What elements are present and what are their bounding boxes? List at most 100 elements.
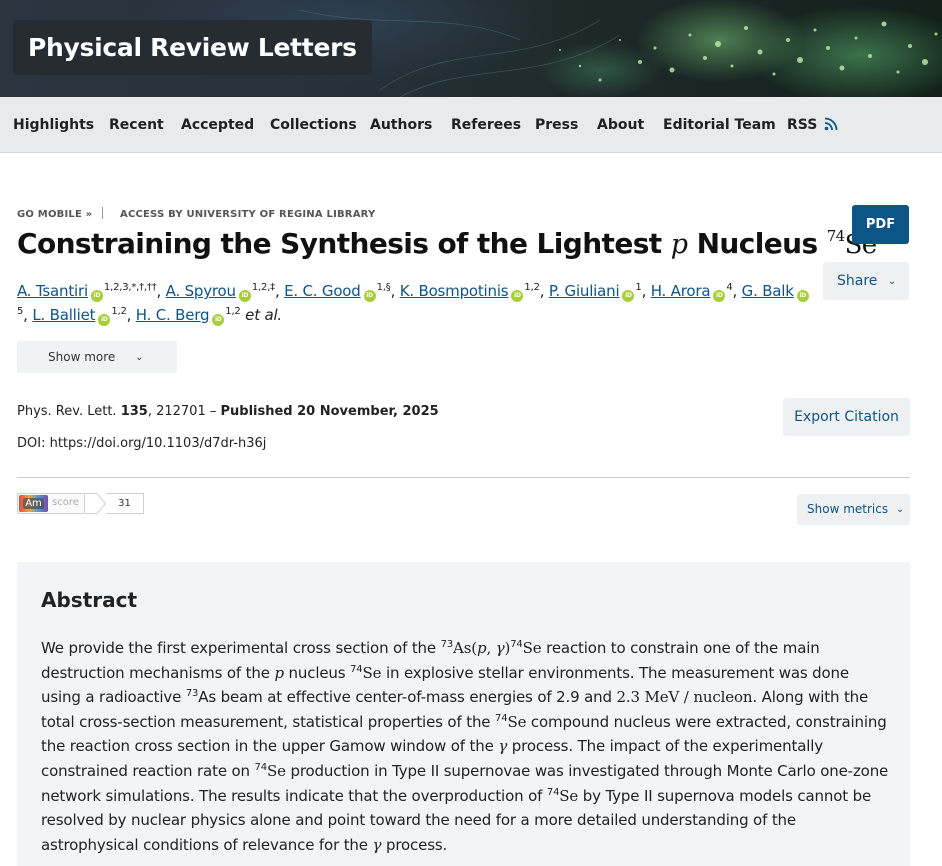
math-text: Se (507, 712, 527, 731)
abstract-text-segment: As (198, 688, 217, 707)
mass-number: 74 (546, 786, 560, 798)
author-affiliation: 4 (726, 282, 733, 293)
citation-line: Phys. Rev. Lett. 135, 212701 – Published… (17, 404, 439, 419)
nav-authors[interactable]: Authors (370, 97, 432, 153)
share-label: Share (837, 273, 878, 289)
author-affiliation: 1,2 (225, 306, 241, 317)
orcid-icon[interactable]: iD (511, 290, 524, 302)
section-divider (17, 477, 910, 478)
nav-accepted[interactable]: Accepted (181, 97, 254, 153)
doi[interactable]: DOI: https://doi.org/10.1103/d7dr-h36j (17, 436, 266, 451)
mass-number: 74 (495, 712, 508, 724)
author-affiliation: 1,§ (376, 282, 391, 293)
altmetric-logo-icon: Am (19, 495, 48, 512)
nav-editorial-team[interactable]: Editorial Team (663, 97, 776, 153)
nav-about[interactable]: About (597, 97, 644, 153)
export-citation-button[interactable]: Export Citation (783, 398, 910, 436)
show-more-button[interactable]: Show more ⌄ (17, 341, 177, 373)
author-link[interactable]: H. Arora (651, 282, 711, 300)
orcid-icon[interactable]: iD (363, 290, 376, 302)
author-link[interactable]: A. Spyrou (166, 282, 236, 300)
chevron-down-icon: ⌄ (135, 352, 144, 363)
author-affiliation: 1,2,3,*,†,†† (103, 282, 157, 293)
math-symbol: p (274, 663, 284, 682)
nav-highlights[interactable]: Highlights (13, 97, 94, 153)
published-date: Published 20 November, 2025 (220, 404, 439, 419)
math-text: As( (453, 639, 477, 657)
mass-number: 74 (254, 761, 268, 773)
orcid-icon[interactable]: iD (796, 290, 809, 302)
main-nav: Highlights Recent Accepted Collections A… (0, 97, 942, 153)
altmetric-arrow-icon (85, 493, 106, 514)
orcid-icon[interactable]: iD (90, 290, 103, 302)
abstract-body: We provide the first experimental cross … (41, 636, 891, 857)
math-text: Se (362, 663, 382, 682)
math-symbol: γ (372, 835, 382, 854)
author-affiliation: 5 (17, 306, 24, 317)
go-mobile-link[interactable]: GO MOBILE » (17, 209, 92, 220)
share-button[interactable]: Share ⌄ (823, 262, 909, 300)
orcid-icon[interactable]: iD (622, 290, 635, 302)
abstract-heading: Abstract (41, 588, 138, 612)
abstract-section: Abstract We provide the first experiment… (17, 562, 910, 866)
title-text: Constraining the Synthesis of the Lighte… (17, 227, 662, 260)
abstract-text-segment: process. (381, 835, 448, 854)
author-link[interactable]: H. C. Berg (136, 306, 210, 324)
nav-recent[interactable]: Recent (109, 97, 164, 153)
math-text: Se (559, 786, 579, 805)
author-link[interactable]: G. Balk (742, 282, 794, 300)
mass-number: 74 (510, 639, 523, 650)
orcid-icon[interactable]: iD (98, 314, 111, 326)
access-info: ACCESS BY UNIVERSITY OF REGINA LIBRARY (120, 209, 376, 220)
author-link[interactable]: L. Balliet (32, 306, 95, 324)
show-metrics-label: Show metrics (807, 502, 889, 516)
math-text: Se (266, 761, 286, 780)
orcid-icon[interactable]: iD (238, 290, 251, 302)
math-text: Se (522, 639, 542, 657)
altmetric-score-value: 31 (106, 493, 144, 514)
author-list: A. Tsantiri iD1,2,3,*,†,††, A. Spyrou iD1,… (17, 279, 817, 327)
author-link[interactable]: K. Bosmpotinis (400, 282, 509, 300)
author-affiliation: 1 (635, 282, 642, 293)
mass-number: 73 (185, 688, 199, 700)
altmetric-logo-text: Am (23, 498, 44, 509)
author-link[interactable]: A. Tsantiri (17, 282, 88, 300)
math-text: , (486, 639, 496, 657)
author-link[interactable]: E. C. Good (284, 282, 361, 300)
nav-rss[interactable]: RSS (787, 97, 838, 153)
title-p-symbol: p (670, 229, 688, 260)
breadcrumb-divider (102, 207, 103, 219)
author-affiliation: 1,2 (111, 306, 127, 317)
abstract-text-segment: beam at effective center-of-mass energie… (216, 688, 617, 707)
title-nucleus: Nucleus (696, 227, 819, 260)
volume: 135 (120, 404, 148, 419)
article-title: Constraining the Synthesis of the Lighte… (17, 227, 877, 260)
nav-collections[interactable]: Collections (270, 97, 357, 153)
nav-rss-label: RSS (787, 117, 818, 133)
abstract-text-segment: nucleus (283, 663, 351, 682)
article-number: , 212701 – (147, 404, 221, 419)
et-al: et al. (245, 306, 282, 324)
journal-abbrev: Phys. Rev. Lett. (17, 404, 117, 419)
math-text: 2.3 MeV / nucleon (616, 688, 753, 707)
pdf-button[interactable]: PDF (852, 205, 909, 244)
nav-press[interactable]: Press (535, 97, 578, 153)
altmetric-frame: Am score (17, 493, 85, 514)
chevron-down-icon: ⌄ (887, 276, 897, 287)
journal-banner: Physical Review Letters (0, 0, 942, 97)
show-metrics-button[interactable]: Show metrics ⌄ (797, 494, 910, 525)
author-affiliation: 1,2 (524, 282, 540, 293)
chevron-down-icon: ⌄ (895, 504, 905, 515)
title-mass-number: 74 (826, 227, 845, 245)
rss-icon (824, 117, 838, 130)
orcid-icon[interactable]: iD (212, 314, 225, 326)
journal-title[interactable]: Physical Review Letters (13, 20, 372, 75)
mass-number: 74 (350, 663, 363, 675)
math-symbol: γ (498, 737, 508, 756)
orcid-icon[interactable]: iD (713, 290, 726, 302)
math-symbol: γ (495, 639, 505, 657)
mass-number: 73 (440, 639, 454, 650)
nav-referees[interactable]: Referees (451, 97, 521, 153)
altmetric-score-label: score (52, 497, 79, 508)
author-link[interactable]: P. Giuliani (549, 282, 620, 300)
